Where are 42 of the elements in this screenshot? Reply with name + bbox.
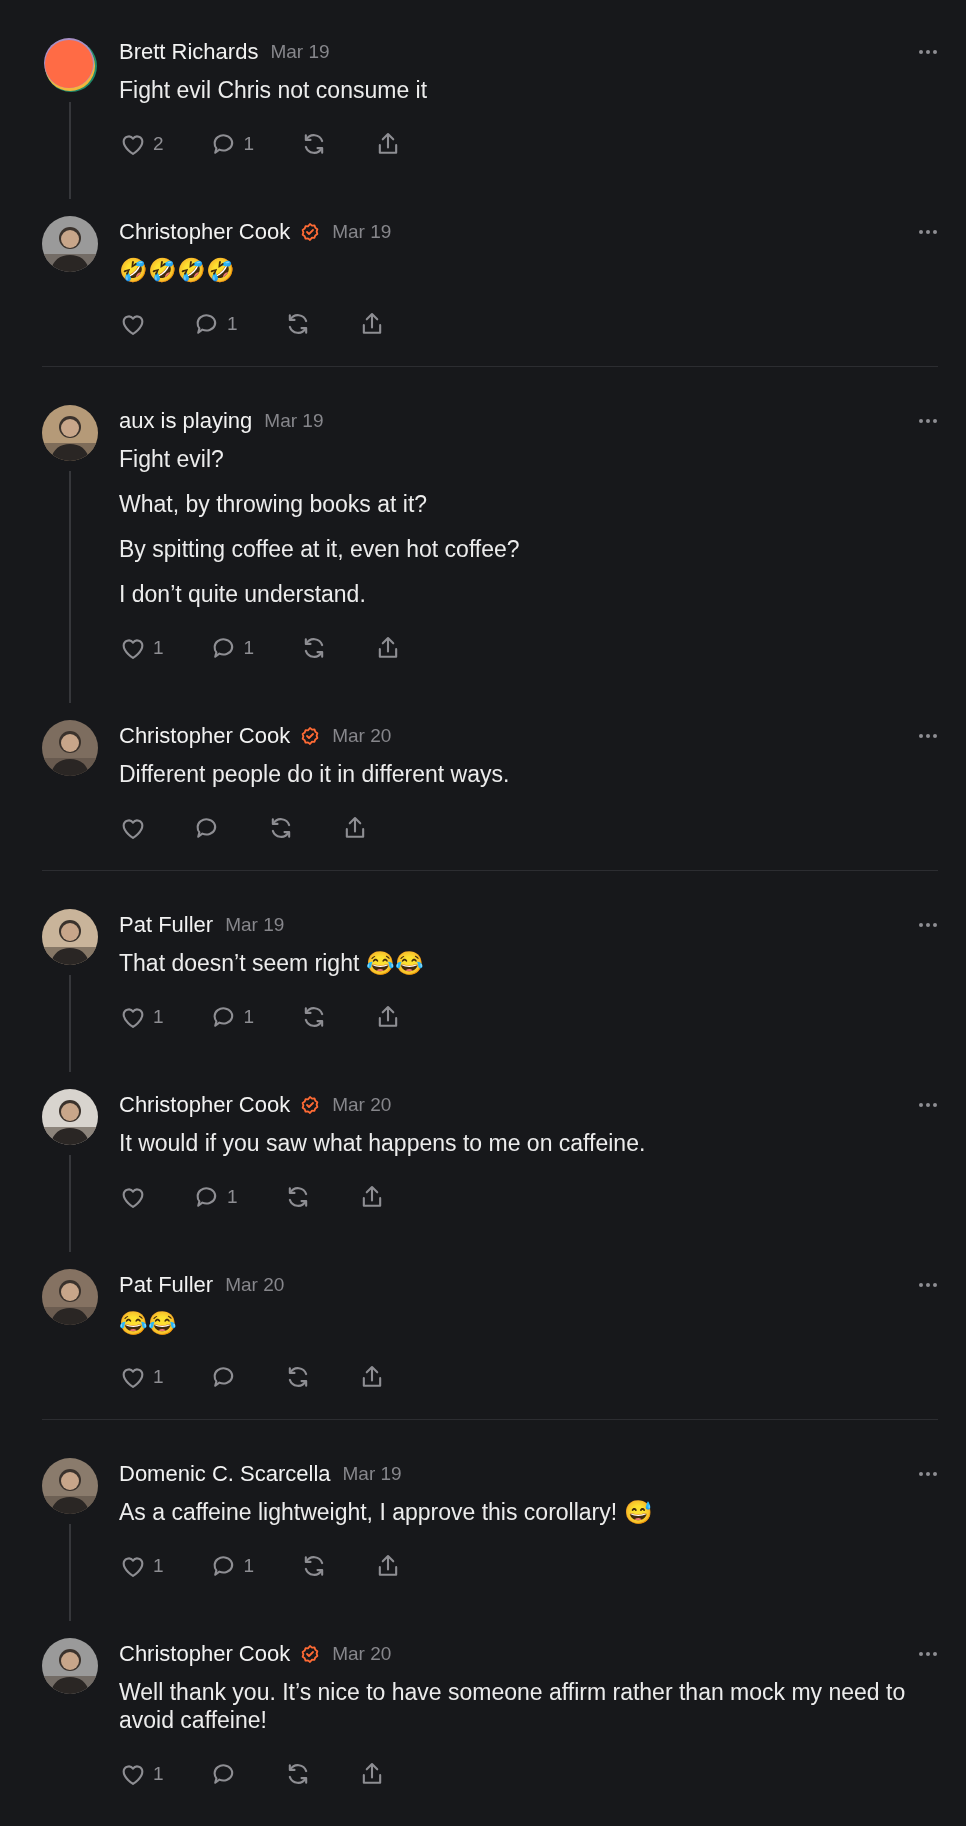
post-date: Mar 19 [270, 41, 330, 63]
reply-button[interactable]: 1 [209, 130, 255, 158]
comment-text: Different people do it in different ways. [119, 760, 511, 788]
comment-text: It would if you saw what happens to me on caffeine. [119, 1129, 647, 1157]
reply-button[interactable]: 1 [209, 1552, 255, 1580]
reply-button[interactable]: 1 [209, 1003, 255, 1031]
comment-text: 😂😂 [119, 1309, 178, 1337]
author-name[interactable]: Pat Fuller [119, 912, 214, 938]
like-button[interactable]: 1 [119, 1552, 164, 1580]
comment-text: Fight evil? [119, 445, 225, 473]
comment-text: What, by throwing books at it? [119, 490, 429, 518]
like-button[interactable]: 2 [119, 130, 164, 158]
author-name[interactable]: Christopher Cook [119, 1092, 291, 1118]
comment-text: 🤣🤣🤣🤣 [119, 256, 236, 284]
post-date: Mar 19 [264, 410, 324, 432]
like-button[interactable]: 1 [119, 1363, 164, 1391]
author-name[interactable]: Pat Fuller [119, 1272, 214, 1298]
reply-button[interactable]: 1 [209, 634, 255, 662]
reply-button[interactable]: 1 [193, 310, 238, 338]
post-date: Mar 19 [225, 914, 285, 936]
author-name[interactable]: Domenic C. Scarcella [119, 1461, 331, 1487]
like-button[interactable]: 1 [119, 1760, 164, 1788]
comment-text: Fight evil Chris not consume it [119, 76, 429, 104]
like-button[interactable]: 1 [119, 1003, 164, 1031]
comment-text: By spitting coffee at it, even hot coffee? [119, 535, 521, 563]
post-date: Mar 19 [342, 1463, 402, 1485]
comment-text: That doesn’t seem right 😂😂 [119, 949, 425, 977]
comment-text: As a caffeine lightweight, I approve this corollary! 😅 [119, 1498, 654, 1526]
like-button[interactable]: 1 [119, 634, 164, 662]
post-date: Mar 19 [332, 221, 392, 243]
post-date: Mar 20 [332, 1094, 392, 1116]
reply-button[interactable]: 1 [193, 1183, 238, 1211]
author-name[interactable]: Christopher Cook [119, 219, 291, 245]
comment-text: Well thank you. It’s nice to have someone affirm rather than mock my need to avoid caffeine! [119, 1678, 907, 1734]
author-name[interactable]: Christopher Cook [119, 1641, 291, 1667]
post-date: Mar 20 [332, 1643, 392, 1665]
author-name[interactable]: aux is playing [119, 408, 253, 434]
author-name[interactable]: Christopher Cook [119, 723, 291, 749]
post-date: Mar 20 [225, 1274, 285, 1296]
post-date: Mar 20 [332, 725, 392, 747]
comment-text: I don’t quite understand. [119, 580, 367, 608]
author-name[interactable]: Brett Richards [119, 39, 259, 65]
